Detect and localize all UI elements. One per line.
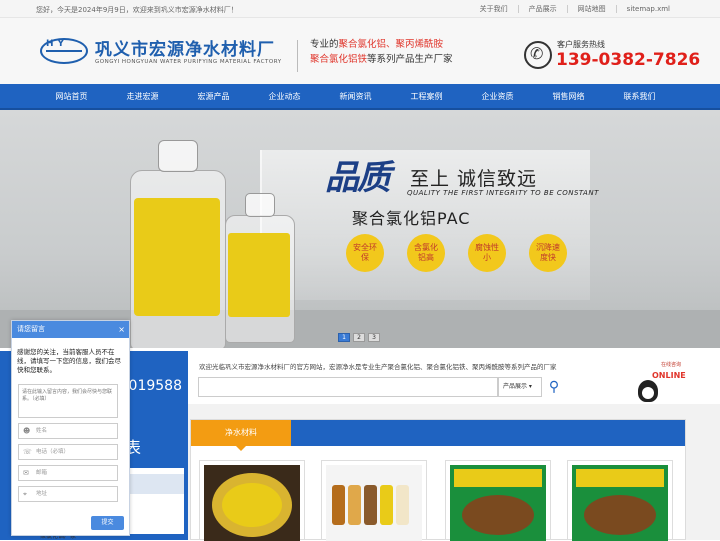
product-image-sample-bottles	[326, 465, 422, 541]
large-bottle-image	[130, 140, 226, 348]
phone-small-icon: ☏	[23, 448, 32, 456]
mail-icon: ✉	[23, 469, 29, 477]
banner-product: 聚合氯化铝PAC	[352, 209, 471, 228]
search-input[interactable]	[198, 377, 498, 397]
banner-pager: 1 2 3	[338, 333, 383, 342]
top-bar: 您好，今天是2024年9月9日，欢迎来到巩义市宏源净水材料厂！ 关于我们 产品展…	[0, 0, 720, 18]
badge-safe: 安全环保	[346, 234, 384, 272]
badge-low-corrosion: 腐蚀性小	[468, 234, 506, 272]
close-icon[interactable]: ×	[118, 321, 125, 338]
product-card-2[interactable]	[321, 460, 427, 541]
location-icon: ⌖	[23, 490, 27, 498]
welcome-notice: 欢迎光临巩义市宏源净水材料厂的官方网站，宏源净水是专业生产聚合氯化铝、聚合氯化铝…	[199, 363, 557, 371]
search-icon[interactable]: ⚲	[542, 376, 566, 398]
hero-banner[interactable]: 品质 至上 诚信致远 QUALITY THE FIRST INTEGRITY T…	[0, 110, 720, 348]
nav-company-news[interactable]: 企业动态	[249, 84, 320, 110]
nav-contact[interactable]: 联系我们	[604, 84, 675, 110]
phone-icon	[524, 41, 552, 69]
banner-headline: 至上 诚信致远	[410, 168, 538, 190]
chat-header[interactable]: 请您留言 ×	[12, 321, 129, 338]
badge-high-alumina: 含氯化铝高	[407, 234, 445, 272]
search-category-select[interactable]: 产品展示 ▾	[498, 377, 542, 397]
pager-2[interactable]: 2	[353, 333, 365, 342]
header-divider	[297, 40, 298, 72]
left-column-highlight[interactable]	[130, 474, 184, 494]
nav-products[interactable]: 宏源产品	[178, 84, 249, 110]
banner-headline-en: QUALITY THE FIRST INTEGRITY TO BE CONSTA…	[407, 189, 599, 197]
pager-1[interactable]: 1	[338, 333, 350, 342]
nav-sales-network[interactable]: 销售网络	[533, 84, 604, 110]
name-field[interactable]: ☻ 姓名	[18, 423, 118, 439]
products-panel: 净水材料	[190, 419, 686, 541]
nav-news[interactable]: 新闻资讯	[320, 84, 391, 110]
main-nav: 网站首页 走进宏源 宏源产品 企业动态 新闻资讯 工程案例 企业资质 销售网络 …	[0, 84, 720, 110]
chat-title: 请您留言	[17, 325, 45, 333]
left-column-list	[130, 468, 184, 534]
top-link-sitemap[interactable]: 网站地图	[566, 5, 616, 13]
user-icon: ☻	[23, 427, 31, 435]
top-link-sitemap-xml[interactable]: sitemap.xml	[615, 5, 680, 13]
company-name: 巩义市宏源净水材料厂	[95, 40, 275, 60]
top-links: 关于我们 产品展示 网站地图 sitemap.xml	[470, 5, 680, 13]
top-link-about[interactable]: 关于我们	[470, 5, 518, 13]
submit-button[interactable]: 提交	[91, 516, 124, 530]
online-consult-text: 在线咨询	[660, 362, 681, 368]
message-textarea[interactable]	[18, 384, 118, 418]
product-image-pac-green-1	[450, 465, 546, 541]
slogan-products-2: 聚合氯化铝铁	[310, 54, 368, 65]
product-card-1[interactable]	[199, 460, 305, 541]
penguin-icon	[638, 380, 658, 402]
slogan-suffix: 等系列产品生产厂家	[367, 54, 453, 65]
slogan-products-1: 聚合氯化铝、聚丙烯酰胺	[338, 39, 444, 50]
online-label: ONLINE	[652, 371, 686, 380]
slogan-prefix: 专业的	[310, 39, 339, 50]
slogan: 专业的聚合氯化铝、聚丙烯酰胺 聚合氯化铝铁等系列产品生产厂家	[310, 37, 453, 67]
nav-home[interactable]: 网站首页	[36, 84, 107, 110]
hotline-strip-number: 019588	[128, 378, 182, 394]
product-image-pac-plate	[204, 465, 300, 541]
product-card-3[interactable]	[445, 460, 551, 541]
logo-letters: HY	[46, 39, 69, 49]
product-image-pac-green-2	[572, 465, 668, 541]
online-consult-button[interactable]: 在线咨询 ONLINE	[632, 362, 688, 402]
phone-field[interactable]: ☏ 电话（必填）	[18, 444, 118, 460]
nav-about[interactable]: 走进宏源	[107, 84, 178, 110]
address-field[interactable]: ⌖ 地址	[18, 486, 118, 502]
hotline-label: 客户服务热线	[557, 40, 605, 49]
top-link-products[interactable]: 产品展示	[517, 5, 567, 13]
welcome-text: 您好，今天是2024年9月9日，欢迎来到巩义市宏源净水材料厂！	[36, 6, 238, 14]
pager-3[interactable]: 3	[368, 333, 380, 342]
tab-water-materials[interactable]: 净水材料	[191, 420, 291, 451]
leave-message-widget: 请您留言 × 感谢您的关注，当前客服人员不在线，请填写一下您的信息，我们会尽快和您…	[11, 320, 130, 536]
nav-qualifications[interactable]: 企业资质	[462, 84, 533, 110]
feature-badges: 安全环保 含氯化铝高 腐蚀性小 沉降速度快	[346, 234, 590, 272]
email-field[interactable]: ✉ 邮箱	[18, 465, 118, 481]
hotline-number: 139-0382-7826	[556, 50, 701, 70]
badge-fast-settling: 沉降速度快	[529, 234, 567, 272]
company-name-en: GONGYI HONGYUAN WATER PURIFYING MATERIAL…	[95, 59, 282, 65]
product-card-4[interactable]	[567, 460, 673, 541]
banner-quality-chars: 品质	[325, 158, 391, 198]
chat-intro: 感谢您的关注，当前客服人员不在线，请填写一下您的信息，我们会尽快和您联系。	[17, 348, 121, 374]
header: HY 巩义市宏源净水材料厂 GONGYI HONGYUAN WATER PURI…	[0, 18, 720, 84]
nav-cases[interactable]: 工程案例	[391, 84, 462, 110]
small-bottle-image	[225, 193, 295, 343]
